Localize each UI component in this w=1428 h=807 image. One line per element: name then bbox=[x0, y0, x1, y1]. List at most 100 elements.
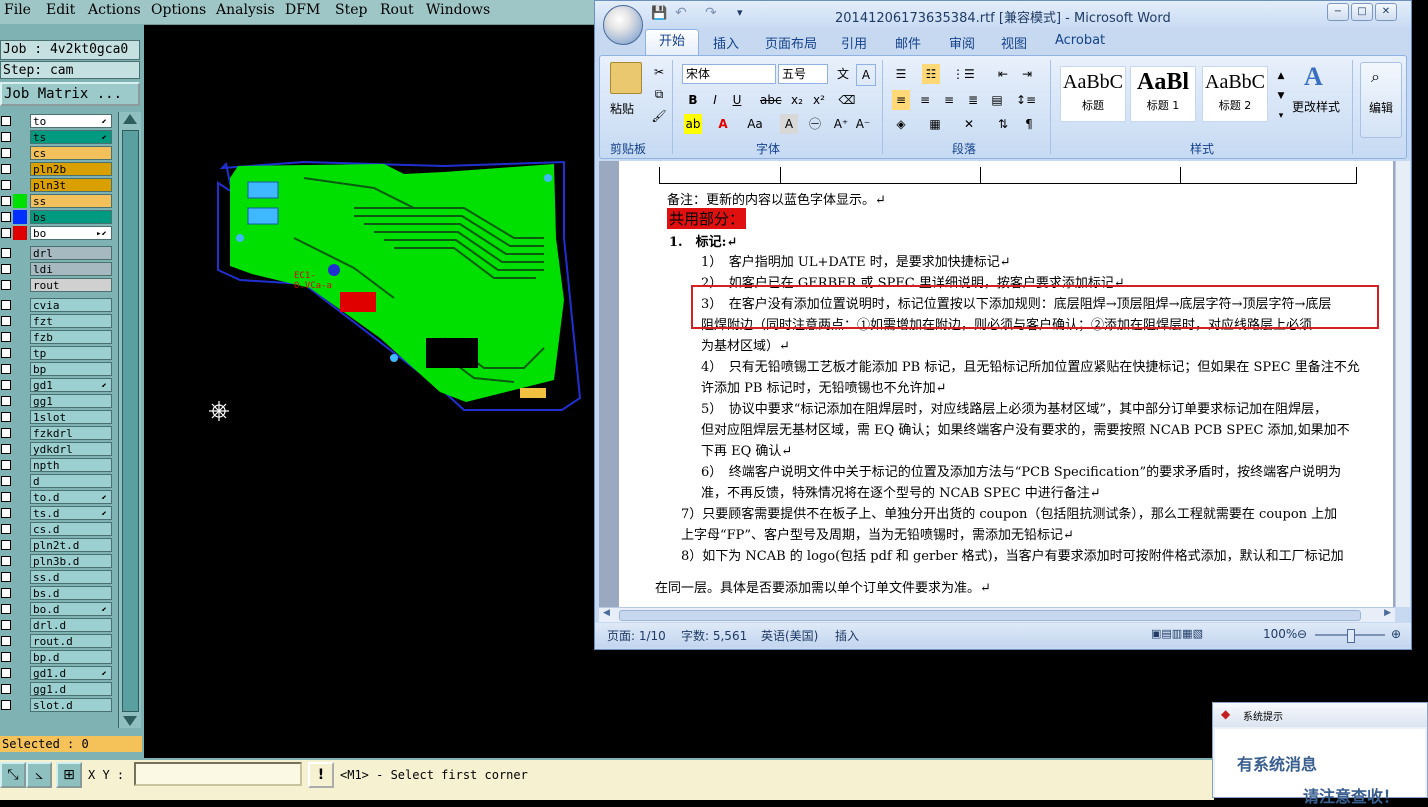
layer-color-swatch[interactable] bbox=[13, 210, 27, 224]
layer-checkbox[interactable] bbox=[1, 148, 11, 158]
layer-checkbox[interactable] bbox=[1, 540, 11, 550]
layer-checkbox[interactable] bbox=[1, 228, 11, 238]
menu-windows[interactable]: Windows bbox=[426, 2, 490, 18]
layer-row[interactable]: gg1 bbox=[0, 394, 114, 408]
horizontal-scrollbar[interactable]: ◀ ▶ bbox=[599, 607, 1395, 622]
layer-checkbox[interactable] bbox=[1, 380, 11, 390]
layer-row[interactable]: pln3t bbox=[0, 178, 114, 192]
layer-name[interactable]: pln3b.d bbox=[30, 554, 112, 568]
grid-icon[interactable]: ⊞ bbox=[56, 762, 82, 788]
layer-color-swatch[interactable] bbox=[13, 194, 27, 208]
layer-checkbox[interactable] bbox=[1, 636, 11, 646]
layer-row[interactable]: bp.d bbox=[0, 650, 114, 664]
layer-row[interactable]: cs bbox=[0, 146, 114, 160]
highlight-icon[interactable]: ab bbox=[684, 114, 702, 134]
layer-checkbox[interactable] bbox=[1, 300, 11, 310]
grow-font-icon[interactable]: A⁺ bbox=[832, 114, 850, 134]
layer-row[interactable]: fzkdrl bbox=[0, 426, 114, 440]
tab-home[interactable]: 开始 bbox=[645, 29, 699, 55]
xy-input[interactable] bbox=[134, 762, 302, 786]
layer-name[interactable]: gd1.d ⬋ bbox=[30, 666, 112, 680]
layer-checkbox[interactable] bbox=[1, 196, 11, 206]
menu-analysis[interactable]: Analysis bbox=[216, 2, 275, 18]
job-matrix-button[interactable]: Job Matrix ... bbox=[0, 82, 140, 106]
layer-checkbox[interactable] bbox=[1, 684, 11, 694]
copy-icon[interactable]: ⧉ bbox=[650, 84, 668, 104]
zoom-out-icon[interactable]: ⊖ bbox=[1297, 627, 1307, 641]
graphics-canvas[interactable]: EC1- 0.VCa-a bbox=[144, 38, 596, 758]
layer-row[interactable]: fzb bbox=[0, 330, 114, 344]
layer-checkbox[interactable] bbox=[1, 164, 11, 174]
layer-name[interactable]: 1slot bbox=[30, 410, 112, 424]
layer-name[interactable]: gg1.d bbox=[30, 682, 112, 696]
scroll-left-icon[interactable]: ◀ bbox=[603, 608, 610, 618]
style-heading-1[interactable]: AaBl 标题 1 bbox=[1130, 66, 1196, 122]
layer-checkbox[interactable] bbox=[1, 604, 11, 614]
layer-name[interactable]: pln2t.d bbox=[30, 538, 112, 552]
layer-checkbox[interactable] bbox=[1, 460, 11, 470]
layer-checkbox[interactable] bbox=[1, 476, 11, 486]
layer-checkbox[interactable] bbox=[1, 332, 11, 342]
layer-name[interactable]: gg1 bbox=[30, 394, 112, 408]
borders-icon[interactable]: ▦ bbox=[926, 114, 944, 134]
scroll-right-icon[interactable]: ▶ bbox=[1384, 608, 1391, 618]
bullets-icon[interactable]: ☰ bbox=[892, 64, 910, 84]
layer-row[interactable]: to.d ⬋ bbox=[0, 490, 114, 504]
format-painter-icon[interactable]: 🖌 bbox=[650, 106, 668, 126]
tab-insert[interactable]: 插入 bbox=[713, 33, 739, 52]
align-right-icon[interactable]: ≡ bbox=[940, 90, 958, 110]
layer-name[interactable]: bs bbox=[30, 210, 112, 224]
layer-row[interactable]: npth bbox=[0, 458, 114, 472]
measure-icon[interactable]: ⦣ bbox=[26, 762, 52, 788]
sort-icon[interactable]: ⇅ bbox=[994, 114, 1012, 134]
char-shading-icon[interactable]: A bbox=[780, 114, 798, 134]
status-mode[interactable]: 插入 bbox=[835, 627, 859, 644]
layer-row[interactable]: drl.d bbox=[0, 618, 114, 632]
layer-checkbox[interactable] bbox=[1, 508, 11, 518]
show-marks-icon[interactable]: ¶ bbox=[1020, 114, 1038, 134]
layer-scrollbar[interactable] bbox=[118, 112, 141, 728]
layer-checkbox[interactable] bbox=[1, 428, 11, 438]
layer-name[interactable]: pln3t bbox=[30, 178, 112, 192]
tab-review[interactable]: 审阅 bbox=[949, 33, 975, 52]
change-case-icon[interactable]: Aa bbox=[746, 114, 764, 134]
layer-row[interactable]: tp bbox=[0, 346, 114, 360]
styles-scroll-down-icon[interactable]: ▼ bbox=[1272, 86, 1290, 106]
font-size-combo[interactable]: 五号 bbox=[778, 64, 828, 84]
save-icon[interactable]: 💾 bbox=[651, 6, 667, 21]
tab-references[interactable]: 引用 bbox=[841, 33, 867, 52]
menu-file[interactable]: File bbox=[4, 2, 31, 18]
layer-checkbox[interactable] bbox=[1, 248, 11, 258]
quick-access-dropdown-icon[interactable]: ▾ bbox=[737, 6, 743, 19]
document-page[interactable]: 备注：更新的内容以蓝色字体显示。↵ 共用部分： 1. 标记:↵ 1） 客户指明加… bbox=[619, 161, 1393, 607]
layer-checkbox[interactable] bbox=[1, 588, 11, 598]
italic-icon[interactable]: I bbox=[706, 90, 724, 110]
underline-icon[interactable]: U bbox=[728, 90, 746, 110]
layer-row[interactable]: drl bbox=[0, 246, 114, 260]
layer-name[interactable]: ss bbox=[30, 194, 112, 208]
layer-name[interactable]: pln2b bbox=[30, 162, 112, 176]
status-language[interactable]: 英语(美国) bbox=[761, 627, 818, 644]
layer-checkbox[interactable] bbox=[1, 316, 11, 326]
layer-name[interactable]: bo ▸⬋ bbox=[30, 226, 112, 240]
layer-row[interactable]: d bbox=[0, 474, 114, 488]
status-zoom[interactable]: 100% bbox=[1263, 627, 1297, 641]
layer-checkbox[interactable] bbox=[1, 116, 11, 126]
superscript-icon[interactable]: x² bbox=[810, 90, 828, 110]
scroll-down-icon[interactable] bbox=[123, 716, 137, 726]
layer-row[interactable]: ldi bbox=[0, 262, 114, 276]
layer-row[interactable]: rout.d bbox=[0, 634, 114, 648]
minimize-icon[interactable]: − bbox=[1327, 3, 1349, 21]
layer-row[interactable]: bs bbox=[0, 210, 114, 224]
layer-row[interactable]: gd1 ⬋ bbox=[0, 378, 114, 392]
view-buttons-icon[interactable]: ▣▤▥▦▧ bbox=[1151, 627, 1203, 640]
zoom-slider-thumb[interactable] bbox=[1347, 629, 1355, 643]
layer-checkbox[interactable] bbox=[1, 492, 11, 502]
subscript-icon[interactable]: x₂ bbox=[788, 90, 806, 110]
styles-more-icon[interactable]: ▾ bbox=[1272, 106, 1290, 126]
layer-name[interactable]: cs.d bbox=[30, 522, 112, 536]
layer-name[interactable]: drl bbox=[30, 246, 112, 260]
layer-name[interactable]: ydkdrl bbox=[30, 442, 112, 456]
menu-rout[interactable]: Rout bbox=[380, 2, 414, 18]
layer-name[interactable]: drl.d bbox=[30, 618, 112, 632]
